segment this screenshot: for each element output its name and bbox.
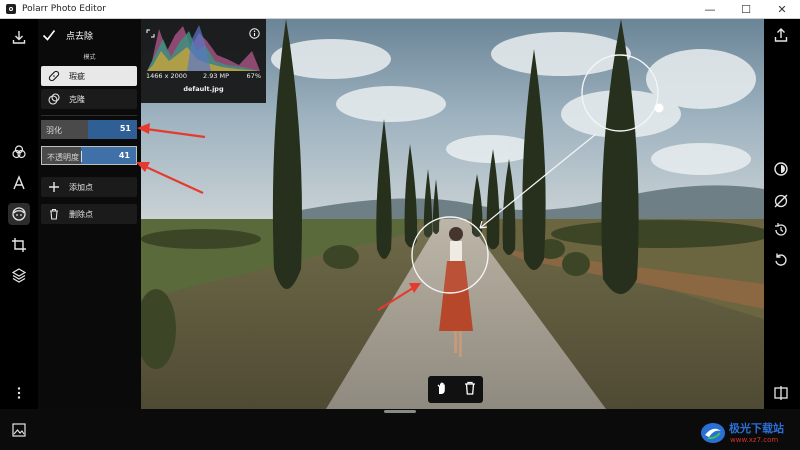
close-button[interactable]: ✕: [764, 0, 800, 18]
delete-point-label: 删除点: [69, 209, 93, 219]
window-title-bar: Polarr Photo Editor — ☐ ✕: [0, 0, 800, 19]
spot-removal-panel: 点去除 模式 瑕疵 克隆 羽化 51 不透明度 41 添加点 删除点: [38, 19, 141, 409]
delete-point-button[interactable]: 删除点: [41, 204, 137, 224]
filters-icon[interactable]: [9, 142, 29, 162]
compare-split-icon[interactable]: [771, 159, 791, 179]
mode-blemish-button[interactable]: 瑕疵: [41, 66, 137, 86]
mode-clone-button[interactable]: 克隆: [41, 89, 137, 109]
pan-hand-icon[interactable]: [435, 380, 449, 399]
text-icon[interactable]: [9, 173, 29, 193]
watermark-logo-icon: [701, 423, 725, 443]
gallery-icon[interactable]: [12, 422, 26, 441]
histogram-overlay: 1466 x 2000 2.93 MP 67% default.jpg: [141, 19, 266, 103]
site-watermark: 极光下载站 www.xz7.com: [700, 418, 798, 448]
minimize-button[interactable]: —: [692, 0, 728, 18]
hide-edits-icon[interactable]: [771, 191, 791, 211]
layers-icon[interactable]: [9, 265, 29, 285]
reset-icon[interactable]: [771, 250, 791, 270]
window-title: Polarr Photo Editor: [22, 4, 106, 14]
mode-blemish-label: 瑕疵: [69, 71, 85, 81]
delete-spot-icon[interactable]: [464, 380, 476, 399]
more-icon[interactable]: [9, 383, 29, 403]
info-icon[interactable]: [249, 24, 260, 43]
feather-slider[interactable]: 羽化 51: [41, 120, 137, 139]
mode-clone-label: 克隆: [69, 94, 85, 104]
window-controls: — ☐ ✕: [692, 0, 800, 18]
watermark-title: 极光下载站: [729, 422, 784, 435]
confirm-spot-removal[interactable]: 点去除: [42, 25, 93, 45]
opacity-label: 不透明度: [47, 153, 79, 162]
app-logo-icon: [6, 4, 16, 14]
maximize-button[interactable]: ☐: [728, 0, 764, 18]
zoom-level: 67%: [246, 72, 261, 80]
panel-divider: [41, 115, 137, 116]
opacity-slider[interactable]: 不透明度 41: [41, 146, 137, 165]
add-point-label: 添加点: [69, 182, 93, 192]
export-icon[interactable]: [771, 25, 791, 45]
face-retouch-icon[interactable]: [8, 203, 30, 225]
clone-stamp-icon: [48, 93, 60, 105]
add-point-button[interactable]: 添加点: [41, 177, 137, 197]
opacity-slider-handle[interactable]: [81, 151, 82, 162]
trash-icon: [50, 208, 58, 220]
histogram-graph: [147, 25, 260, 71]
feather-value: 51: [119, 124, 131, 133]
image-megapixels: 2.93 MP: [203, 72, 230, 80]
download-icon[interactable]: [9, 27, 29, 47]
expand-icon[interactable]: [146, 23, 155, 42]
filmstrip-bar: [0, 409, 800, 450]
side-by-side-icon[interactable]: [771, 383, 791, 403]
spot-floating-toolbar: [428, 376, 483, 403]
crop-icon[interactable]: [9, 235, 29, 255]
image-dimensions: 1466 x 2000: [146, 72, 188, 80]
bandage-icon: [48, 70, 60, 82]
opacity-value: 41: [118, 151, 130, 160]
panel-title: 点去除: [66, 31, 94, 42]
history-timer-icon[interactable]: [771, 220, 791, 240]
left-tool-rail: [0, 19, 38, 409]
right-tool-rail: [764, 19, 800, 409]
mode-label: 模式: [83, 54, 96, 61]
filmstrip-handle[interactable]: [384, 410, 416, 413]
watermark-url: www.xz7.com: [730, 436, 779, 444]
check-icon: [42, 30, 56, 41]
file-name: default.jpg: [183, 85, 224, 93]
plus-icon: [49, 182, 59, 192]
feather-label: 羽化: [46, 126, 62, 135]
